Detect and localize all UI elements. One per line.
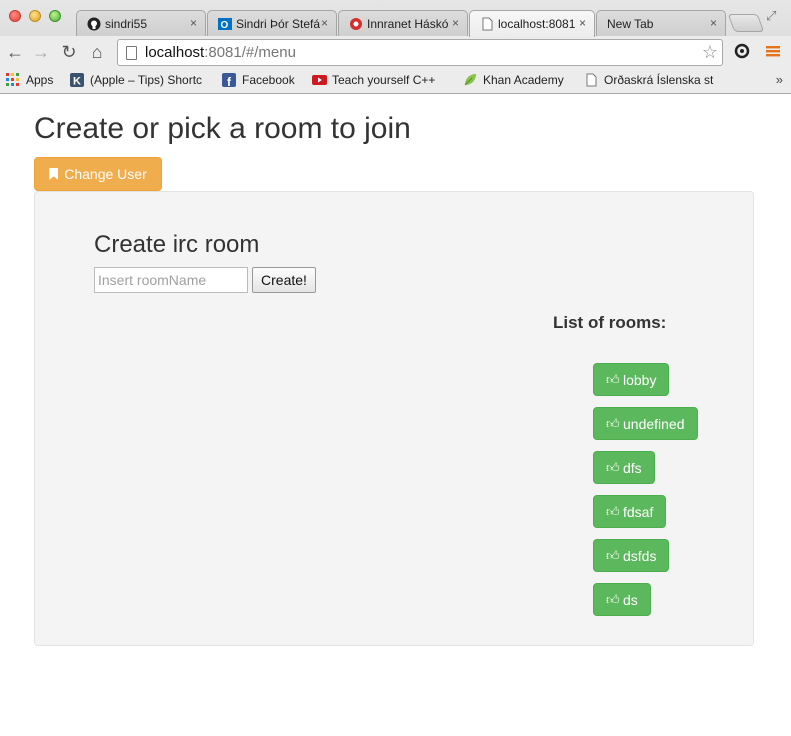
bookmark-ordaskra[interactable]: Orðaskrá Íslenska st [584,73,719,87]
close-window-button[interactable] [9,10,21,22]
bookmark-label: Teach yourself C++ [332,73,436,87]
thumbs-up-icon: 👍︎ [606,372,620,387]
svg-text:K: K [73,76,81,88]
khan-leaf-icon [463,73,477,87]
room-name: fdsaf [623,503,654,520]
url-text: localhost:8081/#/menu [145,44,296,61]
new-tab-button[interactable] [727,14,765,32]
room-item: 👍︎ dfs [593,451,698,495]
bookmarks-bar: Apps K (Apple – Tips) Shortc f Facebook … [0,69,791,93]
room-name: dfs [623,459,642,476]
bookmark-teach-cpp[interactable]: Teach yourself C++ [312,73,435,87]
bookmark-star-icon[interactable]: ☆ [702,42,718,63]
tab-github[interactable]: sindri55 × [76,10,206,36]
bookmark-label: Facebook [242,73,295,87]
reload-icon[interactable]: ↻ [58,40,80,64]
room-item: 👍︎ ds [593,583,698,627]
room-button-dsfds[interactable]: 👍︎ dsfds [593,539,670,572]
room-item: 👍︎ lobby [593,363,698,407]
tab-outlook[interactable]: O Sindri Þór Stefá × [207,10,337,36]
change-user-button[interactable]: Change User [34,157,162,191]
close-tab-icon[interactable]: × [579,16,586,30]
k-logo-icon: K [70,73,84,88]
page-title: Create or pick a room to join [34,112,411,145]
close-tab-icon[interactable]: × [190,16,197,30]
browser-toolbar: ← → ↻ ⌂ localhost:8081/#/menu ☆ [0,36,791,69]
home-icon[interactable]: ⌂ [86,40,108,64]
room-button-undefined[interactable]: 👍︎ undefined [593,407,698,440]
room-button-dfs[interactable]: 👍︎ dfs [593,451,655,484]
minimize-window-button[interactable] [29,10,41,22]
bookmark-facebook[interactable]: f Facebook [222,73,295,89]
fullscreen-icon[interactable]: ⤢ [766,8,776,24]
close-tab-icon[interactable]: × [452,16,459,30]
github-icon [87,17,101,31]
bookmark-icon [49,168,59,180]
create-room-title: Create irc room [94,231,260,258]
outlook-icon: O [218,17,232,31]
room-name: dsfds [623,547,657,564]
room-button-lobby[interactable]: 👍︎ lobby [593,363,670,396]
room-panel: Create irc room Create! List of rooms: 👍… [34,191,754,646]
thumbs-up-icon: 👍︎ [606,416,620,431]
bookmark-khan-academy[interactable]: Khan Academy [463,73,564,87]
address-bar[interactable]: localhost:8081/#/menu ☆ [117,39,723,66]
tab-new-tab[interactable]: New Tab × [596,10,726,36]
youtube-icon [312,73,327,87]
room-name-input[interactable] [94,267,248,293]
tab-localhost[interactable]: localhost:8081 × [469,10,595,37]
room-name: lobby [623,371,657,388]
room-name: undefined [623,415,685,432]
forward-arrow-icon[interactable]: → [30,40,52,64]
apps-grid-icon [6,73,20,87]
create-room-button[interactable]: Create! [252,267,316,293]
extension-icon[interactable] [734,43,750,59]
tab-strip: sindri55 × O Sindri Þór Stefá × Innranet… [0,0,791,37]
change-user-label: Change User [64,166,147,182]
bookmark-label: (Apple – Tips) Shortc [90,73,203,87]
tab-innranet[interactable]: Innranet Háskó × [338,10,468,36]
thumbs-up-icon: 👍︎ [606,592,620,607]
room-button-ds[interactable]: 👍︎ ds [593,583,651,616]
page-icon [126,45,137,60]
room-item: 👍︎ undefined [593,407,698,451]
rooms-list: 👍︎ lobby 👍︎ undefined 👍︎ dfs 👍︎ fdsaf 👍︎… [593,363,698,627]
room-item: 👍︎ dsfds [593,539,698,583]
bookmark-apple-tips[interactable]: K (Apple – Tips) Shortc [70,73,203,88]
room-name: ds [623,591,638,608]
thumbs-up-icon: 👍︎ [606,548,620,563]
rooms-list-title: List of rooms: [553,313,667,332]
svg-text:O: O [221,20,229,31]
menu-icon[interactable] [765,43,781,59]
browser-chrome: sindri55 × O Sindri Þór Stefá × Innranet… [0,0,791,94]
facebook-icon: f [222,73,236,89]
zoom-window-button[interactable] [49,10,61,22]
page-content: Create or pick a room to join Change Use… [0,95,791,736]
bookmark-label: Orðaskrá Íslenska st [604,73,714,87]
thumbs-up-icon: 👍︎ [606,460,620,475]
university-icon [349,17,363,31]
thumbs-up-icon: 👍︎ [606,504,620,519]
close-tab-icon[interactable]: × [321,16,328,30]
page-icon [480,17,494,31]
room-item: 👍︎ fdsaf [593,495,698,539]
document-icon [584,73,598,87]
close-tab-icon[interactable]: × [710,16,717,30]
tab-title: New Tab [607,16,654,31]
bookmark-label: Apps [26,73,54,87]
back-arrow-icon[interactable]: ← [4,40,26,64]
room-button-fdsaf[interactable]: 👍︎ fdsaf [593,495,667,528]
bookmark-apps[interactable]: Apps [6,73,53,87]
bookmark-label: Khan Academy [483,73,564,87]
more-bookmarks-chevron-icon[interactable]: » [776,72,783,87]
